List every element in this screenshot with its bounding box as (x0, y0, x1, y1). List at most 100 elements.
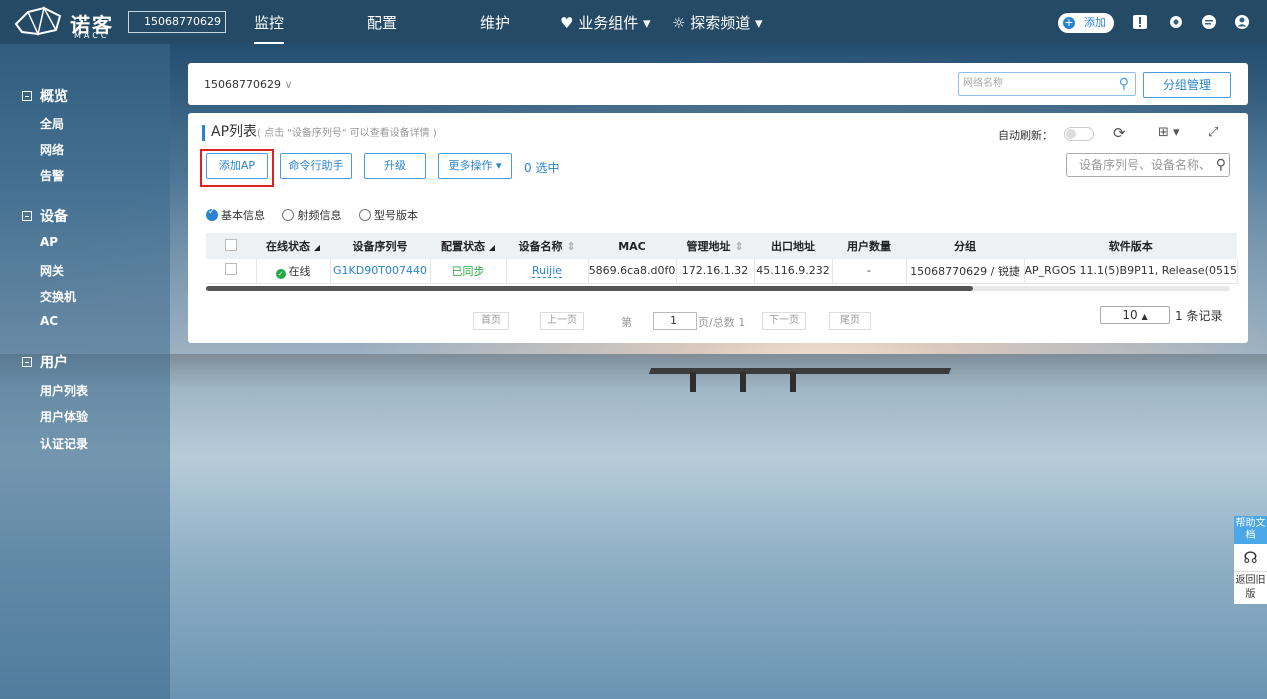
logo-icon (14, 5, 62, 37)
selected-count: 0 选中 (524, 161, 560, 175)
user-icon[interactable] (1234, 14, 1250, 30)
sidebar-item-user-list[interactable]: 用户列表 (40, 382, 88, 399)
sort-icon: ⇕ (734, 240, 744, 253)
org-selector[interactable]: 15068770629 (128, 11, 226, 33)
col-software[interactable]: 软件版本 (1024, 233, 1238, 259)
plus-icon: + (1063, 16, 1075, 29)
row-checkbox[interactable] (206, 259, 257, 284)
headset-icon[interactable]: ☊ (1234, 544, 1267, 572)
tab-label: 型号版本 (373, 209, 418, 222)
col-label: 管理地址 (686, 240, 731, 253)
tab-rf-info[interactable]: 射频信息 (282, 209, 341, 222)
chat-icon[interactable] (1201, 14, 1217, 30)
col-exit-ip[interactable]: 出口地址 (754, 233, 832, 259)
sidebar-item-global[interactable]: 全局 (40, 115, 64, 132)
nav-config[interactable]: 配置 (367, 12, 397, 33)
ap-table: 在线状态 ◢ 设备序列号 配置状态 ◢ 设备名称 ⇕ MAC 管理地址 ⇕ 出口… (206, 233, 1238, 284)
device-name-link[interactable]: Ruijie (531, 264, 563, 279)
pier-post (790, 372, 796, 392)
sidebar-item-ac[interactable]: AC (40, 314, 58, 328)
info-tabs: 基本信息 射频信息 型号版本 (206, 207, 418, 223)
help-widget: 帮助文档 ☊ 返回旧版 (1234, 516, 1267, 604)
sidebar-group-user[interactable]: 用户 (22, 352, 68, 372)
diamond-icon: ♥ (560, 14, 579, 32)
sidebar-group-label: 概览 (40, 89, 68, 105)
sidebar-item-user-experience[interactable]: 用户体验 (40, 408, 88, 425)
nav-explore[interactable]: ☼ 探索频道 ▾ (672, 12, 763, 33)
highlight-box (200, 149, 274, 187)
top-navbar: 诺客 MACC 15068770629 监控 配置 维护 ♥ 业务组件 ▾ ☼ … (0, 0, 1267, 44)
page-number-input[interactable]: 1 (653, 312, 697, 330)
cell-config-status: 已同步 (430, 259, 507, 284)
sidebar-item-switch[interactable]: 交换机 (40, 288, 76, 305)
help-doc-button[interactable]: 帮助文档 (1234, 516, 1267, 544)
last-page-button[interactable]: 尾页 (829, 312, 871, 330)
cell-serial-link[interactable]: G1KD90T007440 (330, 259, 431, 284)
table-row: ✓ 在线 G1KD90T007440 已同步 Ruijie 5869.6ca8.d… (206, 259, 1238, 284)
sidebar-group-label: 设备 (40, 209, 68, 225)
sidebar-group-label: 用户 (40, 355, 68, 371)
cell-mgmt-ip: 172.16.1.32 (676, 259, 755, 284)
sidebar-group-overview[interactable]: 概览 (22, 86, 68, 106)
status-text: 在线 (288, 264, 311, 278)
col-label: 在线状态 (266, 240, 310, 253)
search-icon[interactable]: ⚲ (1119, 73, 1129, 95)
tab-label: 基本信息 (221, 209, 265, 222)
sidebar: 概览 全局 网络 告警 设备 AP 网关 交换机 AC 用户 用户列表 用户体验… (0, 44, 170, 699)
breadcrumb[interactable]: 15068770629 ∨ (204, 78, 293, 91)
alert-icon[interactable] (1132, 14, 1148, 30)
sidebar-item-ap[interactable]: AP (40, 235, 58, 249)
group-manage-button[interactable]: 分组管理 (1143, 72, 1231, 98)
col-mac[interactable]: MAC (588, 233, 676, 259)
auto-refresh-label: 自动刷新： (998, 129, 1053, 142)
col-device-name[interactable]: 设备名称 ⇕ (506, 233, 588, 259)
ap-search-input[interactable]: 设备序列号、设备名称、 ⚲ (1066, 153, 1230, 177)
cell-software: AP_RGOS 11.1(5)B9P11, Release(0515 (1024, 259, 1238, 284)
page-size-select[interactable]: 10 ▲ (1100, 306, 1170, 324)
first-page-button[interactable]: 首页 (473, 312, 509, 330)
breadcrumb-label: 15068770629 (204, 78, 281, 91)
col-online-status[interactable]: 在线状态 ◢ (256, 233, 330, 259)
fullscreen-icon[interactable]: ⤢ (1208, 125, 1218, 140)
more-actions-button[interactable]: 更多操作 ▾ (438, 153, 512, 179)
sidebar-group-device[interactable]: 设备 (22, 206, 68, 226)
horizontal-scrollbar-thumb[interactable] (206, 286, 973, 291)
next-page-button[interactable]: 下一页 (762, 312, 806, 330)
select-all-checkbox[interactable] (206, 233, 256, 259)
tab-basic-info[interactable]: 基本信息 (206, 207, 265, 222)
refresh-icon[interactable]: ⟳ (1113, 124, 1126, 142)
upgrade-button[interactable]: 升级 (364, 153, 426, 179)
sidebar-item-network[interactable]: 网络 (40, 141, 64, 158)
column-settings-icon[interactable]: ⊞ ▾ (1158, 125, 1180, 140)
col-mgmt-ip[interactable]: 管理地址 ⇕ (676, 233, 754, 259)
nav-maintain[interactable]: 维护 (480, 12, 510, 33)
sidebar-item-alarm[interactable]: 告警 (40, 167, 64, 184)
cmd-helper-button[interactable]: 命令行助手 (280, 153, 352, 179)
sidebar-item-gateway[interactable]: 网关 (40, 262, 64, 279)
ap-search-placeholder: 设备序列号、设备名称、 (1079, 158, 1212, 172)
network-search-input[interactable]: 网络名称 ⚲ (958, 72, 1136, 96)
nav-monitor[interactable]: 监控 (254, 12, 285, 44)
tab-model-version[interactable]: 型号版本 (358, 209, 418, 222)
ap-list-hint: ( 点击 "设备序列号" 可以查看设备详情 ) (257, 128, 437, 139)
col-serial[interactable]: 设备序列号 (330, 233, 430, 259)
nav-business[interactable]: ♥ 业务组件 ▾ (560, 12, 651, 33)
back-old-version-button[interactable]: 返回旧版 (1234, 572, 1267, 604)
prev-page-button[interactable]: 上一页 (540, 312, 584, 330)
pier-post (690, 372, 696, 392)
radio-checked-icon (206, 207, 218, 221)
sidebar-item-auth-records[interactable]: 认证记录 (40, 435, 88, 452)
col-group[interactable]: 分组 (906, 233, 1024, 259)
caret-down-icon: ▾ (495, 159, 502, 172)
tab-label: 射频信息 (297, 209, 342, 222)
col-user-count[interactable]: 用户数量 (832, 233, 906, 259)
ap-list-title-text: AP列表 (211, 124, 258, 140)
add-button[interactable]: + 添加 (1058, 13, 1114, 33)
auto-refresh-toggle[interactable] (1064, 127, 1094, 141)
search-icon[interactable]: ⚲ (1216, 154, 1226, 176)
col-config-status[interactable]: 配置状态 ◢ (430, 233, 506, 259)
online-icon: ✓ (275, 268, 286, 279)
gear-icon[interactable] (1168, 14, 1184, 30)
logo[interactable]: 诺客 MACC (14, 5, 124, 40)
checkbox-icon (224, 263, 237, 276)
